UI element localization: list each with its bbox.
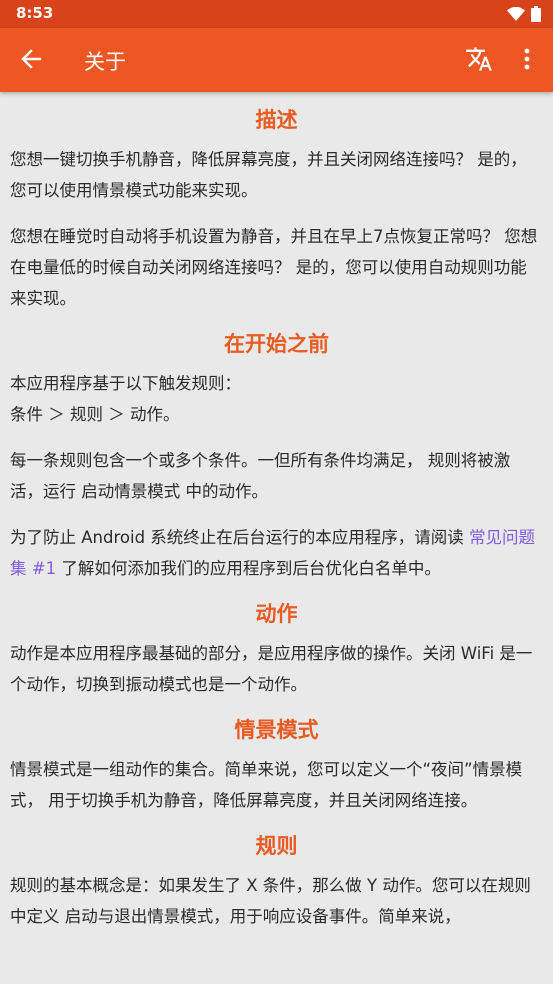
- overflow-menu-button[interactable]: [512, 44, 542, 78]
- back-arrow-icon: [20, 48, 42, 74]
- description-paragraph-2: 您想在睡觉时自动将手机设置为静音，并且在早上7点恢复正常吗？ 您想在电量低的时候…: [10, 227, 538, 308]
- back-button[interactable]: [14, 44, 48, 78]
- trigger-chain-line: 条件 ＞ 规则 ＞ 动作。: [10, 405, 180, 424]
- heading-before-start: 在开始之前: [224, 332, 329, 356]
- rules-paragraph: 规则的基本概念是：如果发生了 X 条件，那么做 Y 动作。您可以在规则中定义 启…: [10, 876, 531, 926]
- heading-description: 描述: [255, 108, 298, 132]
- about-content[interactable]: 描述 您想一键切换手机静音，降低屏幕亮度，并且关闭网络连接吗？ 是的，您可以使用…: [0, 92, 553, 984]
- translate-button[interactable]: [462, 44, 496, 78]
- more-vert-icon: [524, 48, 530, 74]
- before-start-paragraph-2: 每一条规则包含一个或多个条件。一但所有条件均满足， 规则将被激活，运行 启动情景…: [10, 451, 511, 501]
- app-bar: 关于: [0, 28, 553, 92]
- heading-actions: 动作: [255, 602, 298, 626]
- description-paragraph-1: 您想一键切换手机静音，降低屏幕亮度，并且关闭网络连接吗？ 是的，您可以使用情景模…: [10, 150, 527, 200]
- trigger-intro-line: 本应用程序基于以下触发规则：: [10, 374, 241, 393]
- status-icons: [507, 6, 541, 26]
- faq-suffix-text: 了解如何添加我们的应用程序到后台优化白名单中。: [56, 559, 441, 578]
- status-bar: 8:53: [0, 0, 553, 28]
- faq-prefix-text: 为了防止 Android 系统终止在后台运行的本应用程序，请阅读: [10, 528, 470, 547]
- battery-icon: [531, 6, 541, 26]
- heading-rules: 规则: [255, 834, 298, 858]
- wifi-icon: [507, 6, 525, 26]
- actions-paragraph: 动作是本应用程序最基础的部分，是应用程序做的操作。关闭 WiFi 是一个动作，切…: [10, 644, 533, 694]
- heading-profiles: 情景模式: [234, 718, 319, 742]
- translate-icon: [465, 45, 493, 77]
- profiles-paragraph: 情景模式是一组动作的集合。简单来说，您可以定义一个“夜间”情景模式， 用于切换手…: [10, 760, 523, 810]
- status-time: 8:53: [16, 4, 54, 22]
- before-start-paragraph-3: 为了防止 Android 系统终止在后台运行的本应用程序，请阅读 常见问题集 #…: [10, 522, 543, 584]
- page-title: 关于: [84, 50, 126, 74]
- before-start-paragraph-1: 本应用程序基于以下触发规则： 条件 ＞ 规则 ＞ 动作。: [10, 368, 543, 430]
